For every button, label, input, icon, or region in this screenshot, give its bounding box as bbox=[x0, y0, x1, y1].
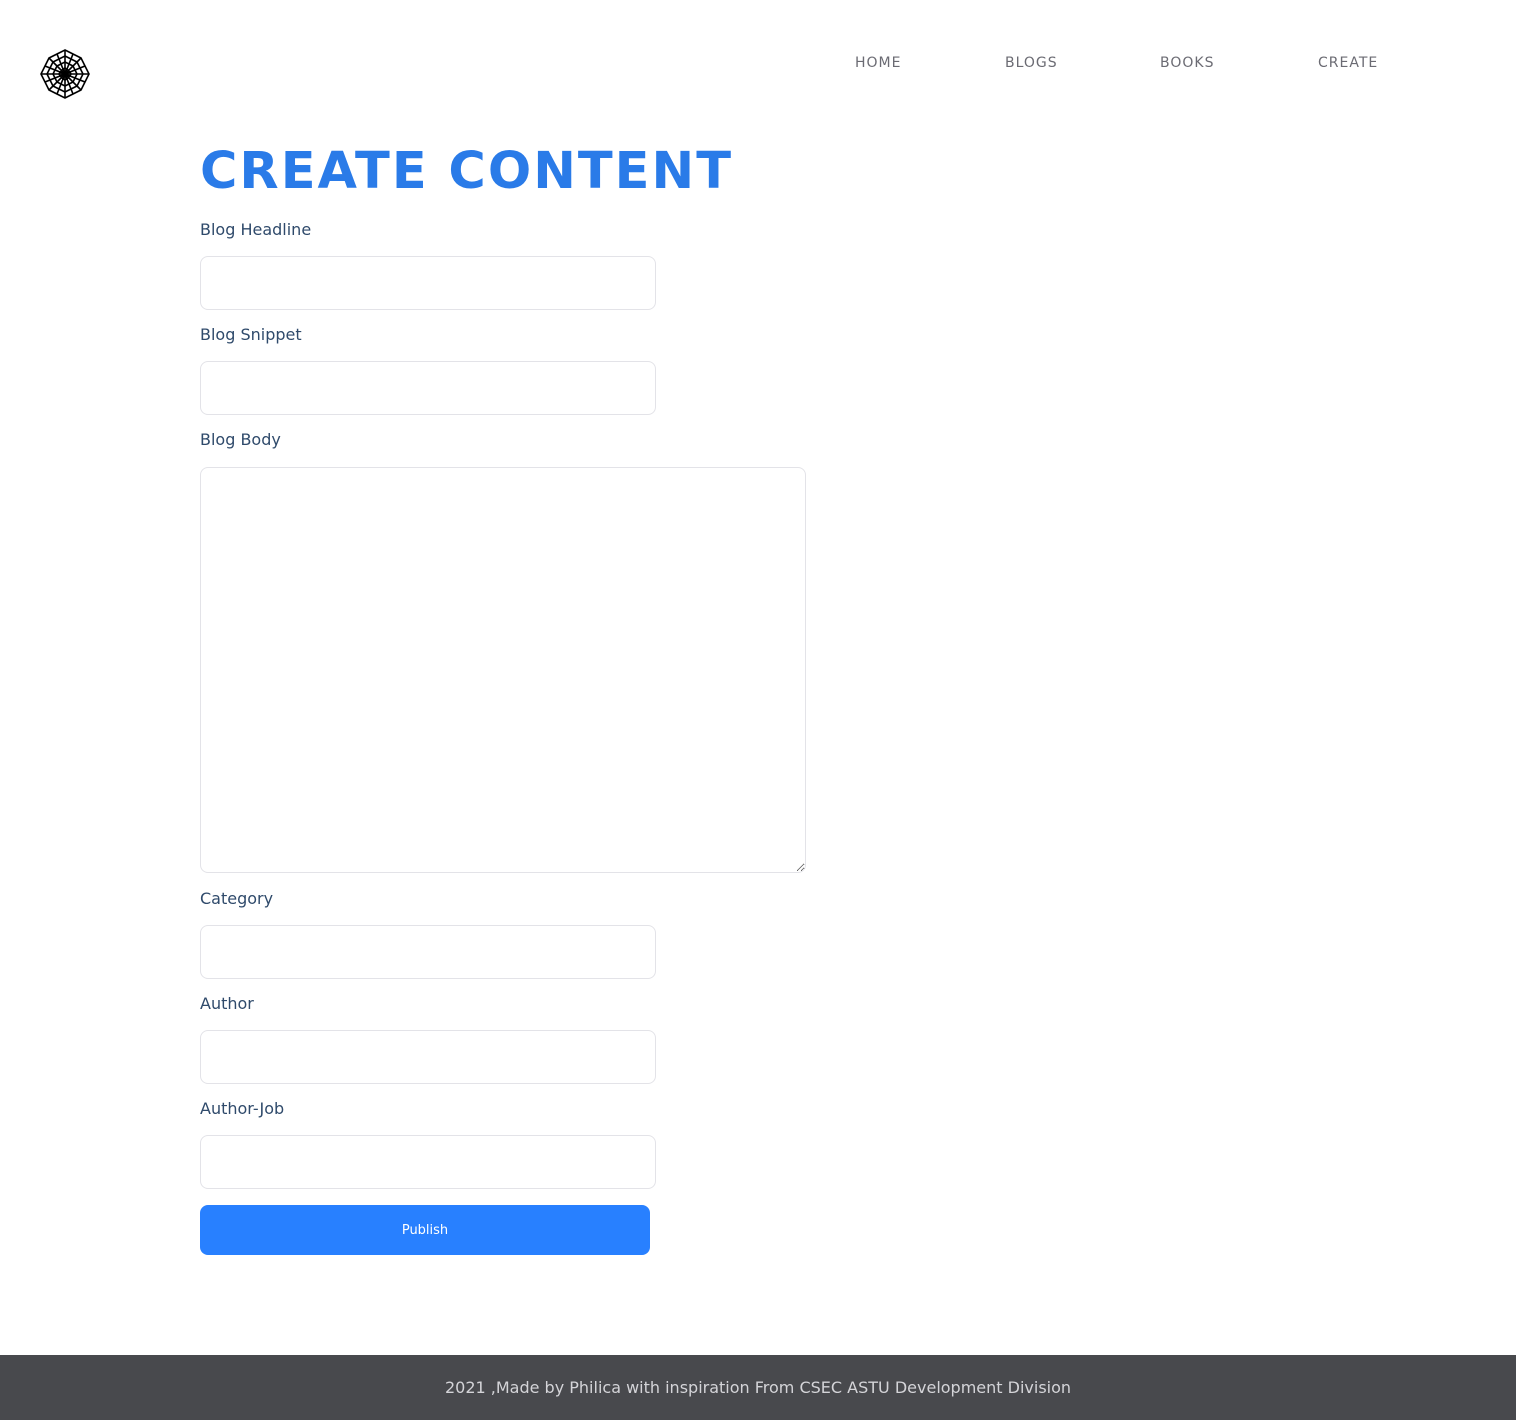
category-input[interactable] bbox=[200, 925, 656, 979]
author-input[interactable] bbox=[200, 1030, 656, 1084]
page-title: CREATE CONTENT bbox=[200, 142, 733, 201]
category-label: Category bbox=[200, 889, 274, 908]
blog-body-textarea[interactable] bbox=[200, 467, 806, 873]
nav-link-blogs[interactable]: BLOGS bbox=[1005, 55, 1058, 71]
nav-link-create[interactable]: CREATE bbox=[1318, 55, 1378, 71]
nav-link-home[interactable]: HOME bbox=[855, 55, 901, 71]
blog-snippet-input[interactable] bbox=[200, 361, 656, 415]
footer-credit-text: 2021 ,Made by Philica with inspiration F… bbox=[444, 1378, 1072, 1397]
nav-link-books[interactable]: BOOKS bbox=[1160, 55, 1214, 71]
author-job-input[interactable] bbox=[200, 1135, 656, 1189]
blog-headline-input[interactable] bbox=[200, 256, 656, 310]
blog-body-label: Blog Body bbox=[200, 430, 281, 449]
author-label: Author bbox=[200, 994, 254, 1013]
footer: 2021 ,Made by Philica with inspiration F… bbox=[0, 1355, 1516, 1420]
author-job-label: Author-Job bbox=[200, 1099, 285, 1118]
blog-headline-label: Blog Headline bbox=[200, 220, 312, 239]
blog-snippet-label: Blog Snippet bbox=[200, 325, 302, 344]
publish-button[interactable]: Publish bbox=[200, 1205, 650, 1255]
main-nav: HOME BLOGS BOOKS CREATE bbox=[0, 55, 1516, 75]
